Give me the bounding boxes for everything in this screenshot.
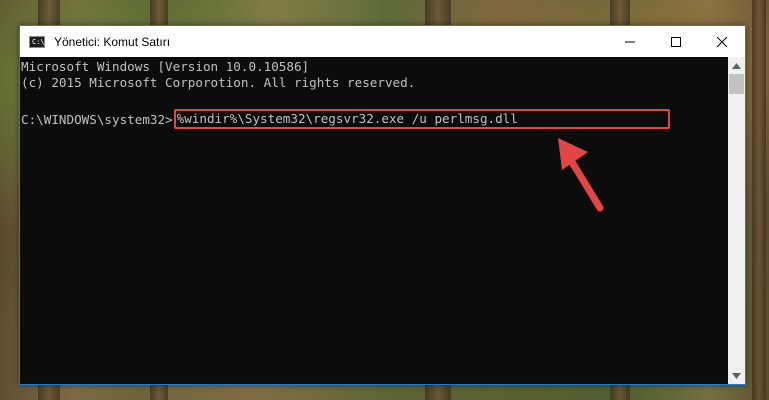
arrow-pointer-icon: [558, 138, 604, 212]
scroll-down-button[interactable]: [728, 367, 745, 384]
scroll-down-icon: [732, 372, 741, 379]
command-prompt-window: C:\ Yönetici: Komut Satırı Microsoft Win…: [19, 25, 746, 385]
console-line-version: Microsoft Windows [Version 10.0.10586]: [21, 59, 310, 74]
close-icon: [717, 36, 727, 47]
close-button[interactable]: [699, 26, 745, 57]
scroll-up-button[interactable]: [728, 57, 745, 74]
highlighted-command: %windir%\System32\regsvr32.exe /u perlms…: [173, 109, 670, 129]
cmd-icon[interactable]: C:\: [29, 35, 45, 48]
console-command-line: C:\WINDOWS\system32> %windir%\System32\re…: [21, 109, 670, 130]
console-line-copyright: (c) 2015 Microsoft Corporotion. All righ…: [21, 75, 416, 90]
minimize-icon: [625, 41, 635, 42]
maximize-icon: [671, 36, 681, 47]
window-title: Yönetici: Komut Satırı: [54, 34, 171, 49]
tree-trunk: [752, 0, 766, 400]
title-bar[interactable]: C:\ Yönetici: Komut Satırı: [20, 26, 745, 57]
vertical-scrollbar[interactable]: [728, 57, 745, 384]
console-output[interactable]: Microsoft Windows [Version 10.0.10586] (…: [20, 57, 728, 384]
caption-buttons: [607, 26, 745, 57]
console-prompt: C:\WINDOWS\system32>: [21, 112, 173, 127]
maximize-button[interactable]: [653, 26, 699, 57]
console-command: %windir%\System32\regsvr32.exe /u perlms…: [176, 111, 518, 126]
scroll-thumb[interactable]: [729, 74, 744, 94]
minimize-button[interactable]: [607, 26, 653, 57]
scroll-up-icon: [732, 62, 741, 69]
